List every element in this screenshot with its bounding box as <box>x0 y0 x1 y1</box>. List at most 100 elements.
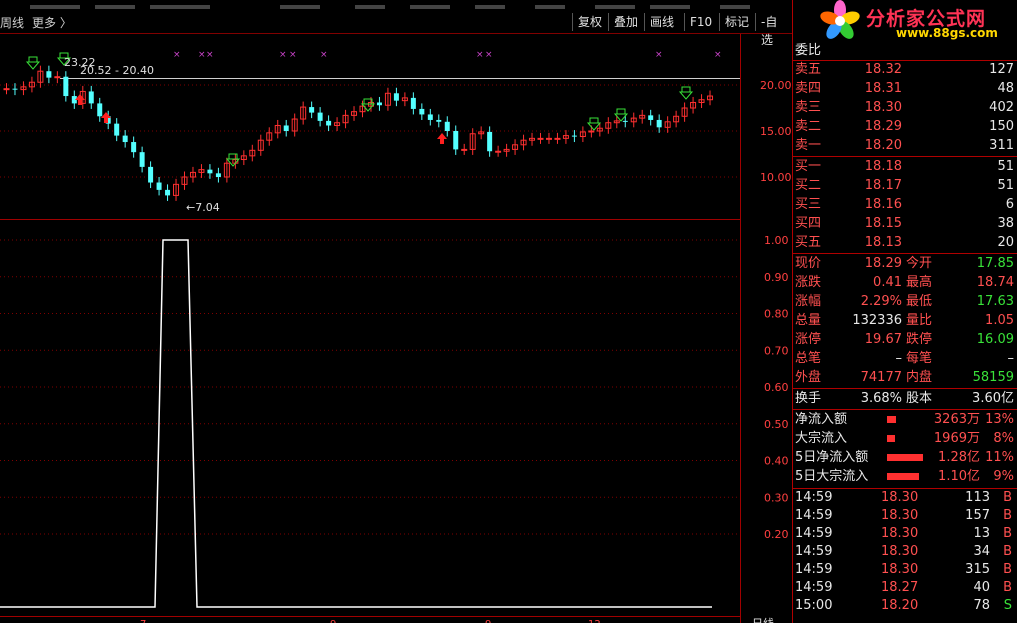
order-ratio-row: 委比 <box>793 42 1017 60</box>
ask-volume: 48 <box>997 81 1014 96</box>
more-menu[interactable]: 更多 〉 <box>32 14 72 31</box>
fund-flow-row: 净流入额 3263万 13% <box>793 411 1017 429</box>
restore-rights-button[interactable]: 复权 <box>572 13 607 31</box>
indicator-axis-label: 0.90 <box>764 271 789 284</box>
candle-body-down <box>97 103 103 117</box>
candle-body-down <box>326 120 332 126</box>
period-selector[interactable]: 周线 <box>0 14 24 31</box>
tick-row: 14:59 18.30 13 B <box>793 525 1017 543</box>
bid-level-label: 买五 <box>795 235 822 250</box>
candle-body-down <box>487 131 493 152</box>
tick-side: B <box>1003 580 1012 595</box>
candle-body-up <box>461 148 468 151</box>
buy-signal-icon <box>678 86 694 100</box>
cross-marker-icon: × <box>485 50 493 60</box>
tick-price: 18.27 <box>881 580 919 595</box>
indicator-axis-label: 0.20 <box>764 528 789 541</box>
cross-marker-icon: × <box>714 50 722 60</box>
cross-marker-icon: × <box>476 50 484 60</box>
candle-body-down <box>656 119 662 128</box>
flow-percent: 8% <box>993 431 1014 446</box>
bid-volume: 38 <box>997 216 1014 231</box>
tick-row: 14:59 18.30 157 B <box>793 507 1017 525</box>
candle-body-down <box>63 76 69 97</box>
tick-side: B <box>1003 508 1012 523</box>
stats-row: 外盘 74177 内盘 58159 <box>793 369 1017 387</box>
range-label: 20.52 - 20.40 <box>80 64 154 77</box>
candle-body-down <box>131 142 137 153</box>
tick-row: 14:59 18.27 40 B <box>793 579 1017 597</box>
overlay-button[interactable]: 叠加 <box>608 13 643 31</box>
separator <box>793 156 1017 157</box>
ask-row[interactable]: 卖四 18.31 48 <box>793 80 1017 98</box>
flow-bar <box>887 435 895 442</box>
mark-button[interactable]: 标记 <box>719 13 754 31</box>
ask-row[interactable]: 卖五 18.32 127 <box>793 61 1017 79</box>
bid-row[interactable]: 买五 18.13 20 <box>793 234 1017 252</box>
candle-body-down <box>419 108 425 115</box>
ask-level-label: 卖一 <box>795 138 822 153</box>
bid-level-label: 买二 <box>795 178 822 193</box>
tick-time: 14:59 <box>795 544 833 559</box>
time-axis-label: 9 <box>485 619 491 623</box>
ask-row[interactable]: 卖二 18.29 150 <box>793 118 1017 136</box>
site-logo: 分析家公式网 www.88gs.com <box>810 0 1017 42</box>
bid-row[interactable]: 买二 18.17 51 <box>793 177 1017 195</box>
separator <box>793 409 1017 410</box>
bid-row[interactable]: 买一 18.18 51 <box>793 158 1017 176</box>
tick-price: 18.30 <box>881 490 919 505</box>
logo-url: www.88gs.com <box>896 26 998 40</box>
ask-row[interactable]: 卖三 18.30 402 <box>793 99 1017 117</box>
candle-body-down <box>283 125 289 131</box>
tick-price: 18.30 <box>881 544 919 559</box>
flow-bar <box>887 454 923 461</box>
stat-value: 0.41 <box>873 275 902 290</box>
add-favorite-button[interactable]: -自选 <box>755 13 792 47</box>
candle-body-down <box>376 102 382 106</box>
candle-body-down <box>453 131 459 150</box>
bid-volume: 6 <box>1005 197 1014 212</box>
flow-percent: 13% <box>985 412 1014 427</box>
ask-row[interactable]: 卖一 18.20 311 <box>793 137 1017 155</box>
stat-value: 19.67 <box>864 332 902 347</box>
chart-toolbar: 周线 更多 〉 复权 叠加 画线 F10 标记 -自选 <box>0 12 792 47</box>
bid-price: 18.13 <box>864 235 902 250</box>
cross-marker-icon: × <box>206 50 214 60</box>
time-axis-label: 7 <box>140 619 146 623</box>
bid-row[interactable]: 买三 18.16 6 <box>793 196 1017 214</box>
flow-percent: 11% <box>985 450 1014 465</box>
flow-label: 净流入额 <box>795 412 848 427</box>
tick-volume: 34 <box>973 544 990 559</box>
candle-body-up <box>495 150 502 153</box>
candle-body-down <box>207 169 213 174</box>
tick-time: 14:59 <box>795 580 833 595</box>
cross-marker-icon: × <box>320 50 328 60</box>
candle-body-up <box>588 130 595 133</box>
flow-value: 1969万 <box>933 431 980 446</box>
bottom-period-label: 日线 <box>752 616 774 623</box>
share-capital-label: 股本 <box>906 391 933 406</box>
more-label: 更多 <box>32 16 57 30</box>
chevron-right-icon: 〉 <box>59 16 72 30</box>
bid-row[interactable]: 买四 18.15 38 <box>793 215 1017 233</box>
stat-value: 18.29 <box>864 256 902 271</box>
candle-body-down <box>436 119 442 122</box>
flow-value: 3263万 <box>933 412 980 427</box>
draw-line-button[interactable]: 画线 <box>644 13 679 31</box>
indicator-axis-label: 0.60 <box>764 381 789 394</box>
time-axis-label: 9 <box>330 619 336 623</box>
stat-label: 最低 <box>906 294 933 309</box>
candle-body-down <box>46 71 52 78</box>
price-axis-label: 10.00 <box>760 171 792 184</box>
f10-button[interactable]: F10 <box>684 13 717 31</box>
indicator-axis-label: 0.50 <box>764 418 789 431</box>
chart-area[interactable]: 20.0015.0010.00× × × × × × × × × ×23.2220.52 - 20… <box>0 34 792 623</box>
tick-time: 14:59 <box>795 526 833 541</box>
ask-volume: 127 <box>989 62 1014 77</box>
tick-price: 18.30 <box>881 526 919 541</box>
flow-label: 5日净流入额 <box>795 450 869 465</box>
stats-row: 涨跌 0.41 最高 18.74 <box>793 274 1017 292</box>
low-price-label: ←7.04 <box>186 201 220 214</box>
bid-price: 18.15 <box>864 216 902 231</box>
candle-body-up <box>545 137 552 140</box>
